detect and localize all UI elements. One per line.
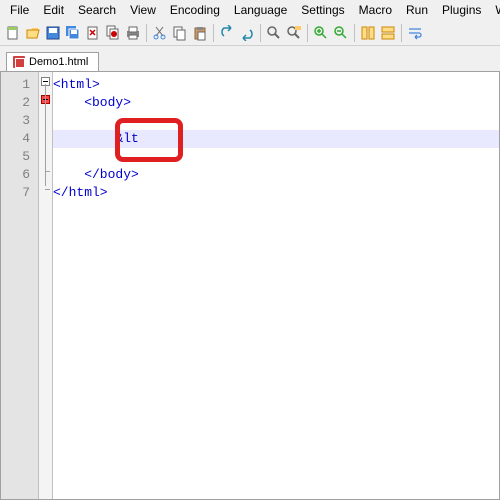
close-icon[interactable]	[84, 24, 102, 42]
line-number: 6	[1, 166, 38, 184]
separator-icon	[260, 24, 261, 42]
undo-icon[interactable]	[218, 24, 236, 42]
menu-search[interactable]: Search	[72, 1, 122, 19]
replace-icon[interactable]	[285, 24, 303, 42]
separator-icon	[354, 24, 355, 42]
copy-icon[interactable]	[171, 24, 189, 42]
menu-run[interactable]: Run	[400, 1, 434, 19]
separator-icon	[213, 24, 214, 42]
separator-icon	[401, 24, 402, 42]
code-line: &lt	[53, 131, 139, 146]
line-number: 1	[1, 76, 38, 94]
menu-settings[interactable]: Settings	[295, 1, 350, 19]
zoom-in-icon[interactable]	[312, 24, 330, 42]
menubar: File Edit Search View Encoding Language …	[0, 0, 500, 20]
tab-bar: Demo1.html	[0, 46, 500, 72]
menu-edit[interactable]: Edit	[37, 1, 70, 19]
tab-title: Demo1.html	[29, 56, 88, 68]
close-all-icon[interactable]	[104, 24, 122, 42]
save-icon[interactable]	[44, 24, 62, 42]
code-line	[53, 112, 499, 130]
print-icon[interactable]	[124, 24, 142, 42]
redo-icon[interactable]	[238, 24, 256, 42]
save-all-icon[interactable]	[64, 24, 82, 42]
line-gutter: 1 2 3 4 5 6 7	[1, 72, 39, 499]
code-line: <html>	[53, 77, 100, 92]
fold-end-icon	[45, 171, 50, 172]
code-line: </html>	[53, 185, 108, 200]
zoom-out-icon[interactable]	[332, 24, 350, 42]
line-number: 7	[1, 184, 38, 202]
code-line: </body>	[53, 167, 139, 182]
paste-icon[interactable]	[191, 24, 209, 42]
toolbar	[0, 20, 500, 46]
editor[interactable]: 1 2 3 4 5 6 7 <html> <body> &lt </body> …	[0, 72, 500, 500]
file-modified-icon	[13, 56, 25, 68]
line-number: 2	[1, 94, 38, 112]
line-number: 3	[1, 112, 38, 130]
fold-margin[interactable]	[39, 72, 53, 499]
menu-language[interactable]: Language	[228, 1, 293, 19]
menu-view[interactable]: View	[124, 1, 162, 19]
menu-file[interactable]: File	[4, 1, 35, 19]
menu-encoding[interactable]: Encoding	[164, 1, 226, 19]
sync-h-icon[interactable]	[379, 24, 397, 42]
menu-window[interactable]: Win	[489, 1, 500, 19]
open-icon[interactable]	[24, 24, 42, 42]
new-icon[interactable]	[4, 24, 22, 42]
menu-plugins[interactable]: Plugins	[436, 1, 487, 19]
code-line: <body>	[53, 95, 131, 110]
code-area[interactable]: <html> <body> &lt </body> </html>	[53, 72, 499, 499]
wrap-icon[interactable]	[406, 24, 424, 42]
code-line	[53, 148, 499, 166]
line-number: 4	[1, 130, 38, 148]
fold-end-icon	[45, 189, 50, 190]
tab-demo1[interactable]: Demo1.html	[6, 52, 99, 71]
cut-icon[interactable]	[151, 24, 169, 42]
separator-icon	[307, 24, 308, 42]
separator-icon	[146, 24, 147, 42]
find-icon[interactable]	[265, 24, 283, 42]
line-number: 5	[1, 148, 38, 166]
menu-macro[interactable]: Macro	[353, 1, 398, 19]
sync-v-icon[interactable]	[359, 24, 377, 42]
